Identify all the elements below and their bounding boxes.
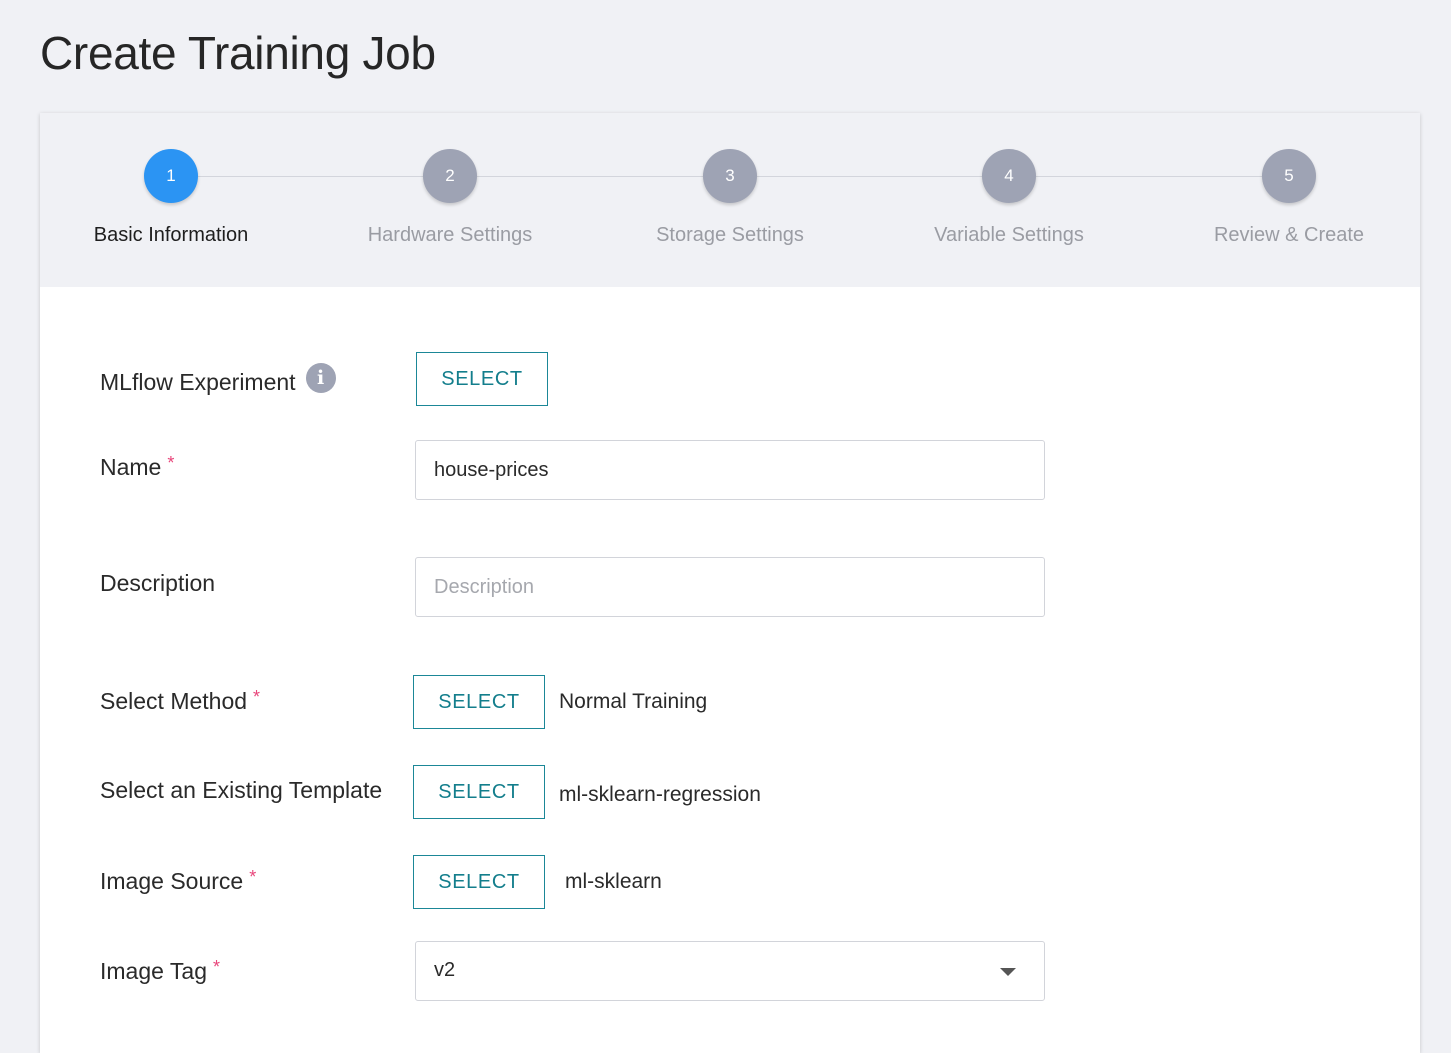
image-source-label: Image Source * [100, 867, 257, 894]
required-marker: * [249, 867, 257, 887]
step-label: Variable Settings [934, 224, 1084, 246]
step-number: 4 [982, 149, 1036, 203]
required-marker: * [167, 453, 175, 473]
select-method-label: Select Method * [100, 687, 261, 714]
name-input[interactable] [415, 440, 1045, 500]
template-label: Select an Existing Template [100, 777, 383, 803]
step-basic-information[interactable]: 1 Basic Information [51, 149, 291, 247]
description-input[interactable] [415, 557, 1045, 617]
step-label: Basic Information [93, 224, 249, 246]
info-icon[interactable]: i [305, 363, 336, 393]
step-label: Review & Create [1213, 224, 1365, 246]
name-label: Name * [100, 453, 175, 480]
description-label: Description [100, 570, 216, 596]
template-select-button[interactable]: SELECT [413, 765, 545, 819]
required-marker: * [212, 957, 220, 977]
image-source-value: ml-sklearn [565, 870, 662, 893]
image-tag-label: Image Tag * [100, 957, 220, 984]
image-tag-select[interactable]: v2 [415, 941, 1045, 1001]
step-label: Hardware Settings [367, 224, 533, 246]
step-number: 1 [144, 149, 198, 203]
image-tag-value: v2 [434, 959, 456, 981]
step-review-create[interactable]: 5 Review & Create [1169, 149, 1409, 247]
method-select-button[interactable]: SELECT [413, 675, 545, 729]
template-value: ml-sklearn-regression [559, 783, 761, 806]
required-marker: * [253, 687, 261, 707]
step-number: 5 [1262, 149, 1316, 203]
method-value: Normal Training [559, 690, 708, 713]
mlflow-experiment-label: MLflow Experiment i [100, 363, 336, 396]
step-number: 3 [703, 149, 757, 203]
step-hardware-settings[interactable]: 2 Hardware Settings [330, 149, 570, 247]
form-card: 1 Basic Information 2 Hardware Settings … [40, 113, 1420, 1053]
step-variable-settings[interactable]: 4 Variable Settings [889, 149, 1129, 247]
image-source-select-button[interactable]: SELECT [413, 855, 545, 909]
step-storage-settings[interactable]: 3 Storage Settings [610, 149, 850, 247]
page-title: Create Training Job [40, 27, 436, 79]
step-number: 2 [423, 149, 477, 203]
mlflow-select-button[interactable]: SELECT [416, 352, 548, 406]
stepper: 1 Basic Information 2 Hardware Settings … [40, 113, 1420, 287]
chevron-down-icon [1000, 968, 1016, 976]
step-label: Storage Settings [656, 224, 804, 246]
